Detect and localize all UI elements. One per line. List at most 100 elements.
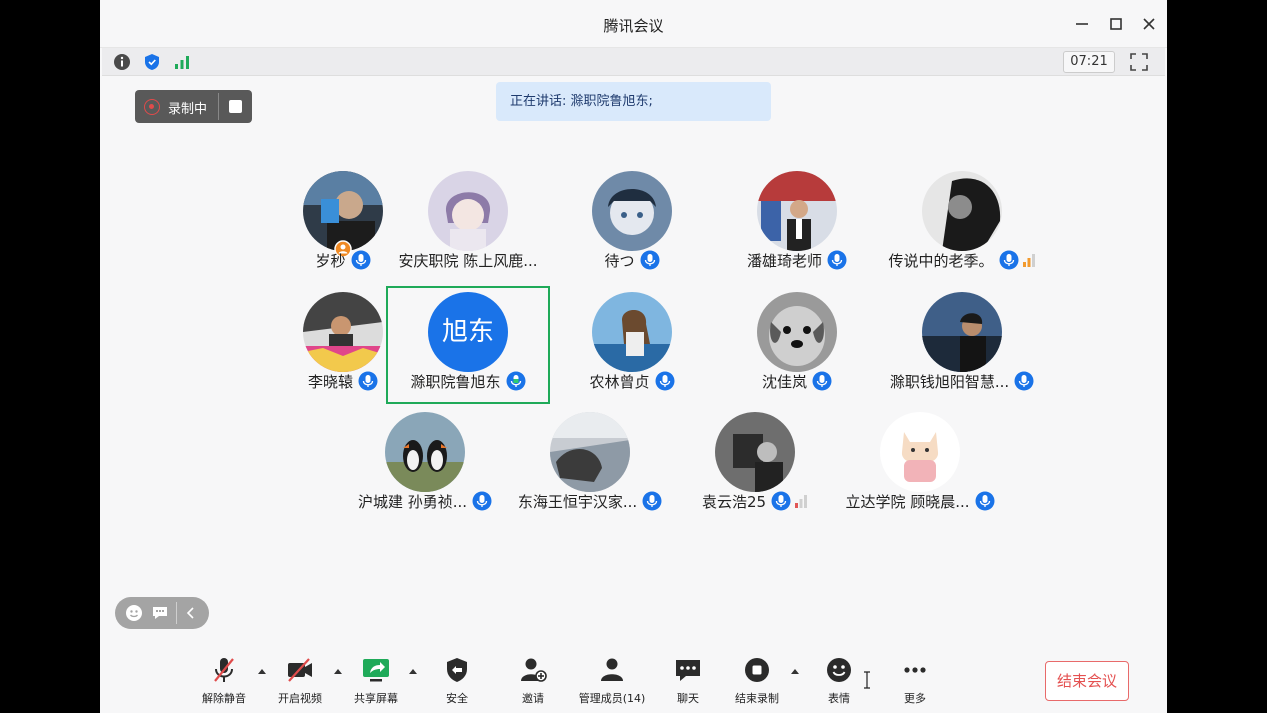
- security-button[interactable]: 安全: [435, 655, 479, 707]
- participant-name: 立达学院 顾晓晨...: [845, 492, 970, 511]
- participant-tile[interactable]: 沈佳岚: [715, 286, 879, 404]
- meeting-info-bar: 07:21: [102, 48, 1165, 76]
- caret-up-icon[interactable]: [257, 667, 267, 675]
- mic-speaking-icon: [506, 371, 525, 391]
- close-icon: [1143, 18, 1155, 30]
- floating-reaction-bar[interactable]: [115, 597, 209, 629]
- caret-up-icon[interactable]: [790, 667, 800, 675]
- participant-tile[interactable]: 潘雄琦老师: [715, 165, 879, 283]
- mic-icon: [975, 491, 995, 511]
- chat-bubble-icon[interactable]: [151, 604, 169, 622]
- text-cursor-icon: [864, 671, 870, 689]
- caret-up-icon[interactable]: [333, 667, 343, 675]
- avatar: [592, 292, 672, 372]
- avatar: [757, 171, 837, 251]
- participant-tile-active-speaker[interactable]: 旭东 滁职院鲁旭东: [386, 286, 550, 404]
- share-screen-button[interactable]: 共享屏幕: [348, 655, 404, 707]
- shield-icon: [447, 658, 467, 682]
- unmute-button[interactable]: 解除静音: [196, 655, 252, 707]
- mic-icon: [472, 491, 492, 511]
- avatar: [550, 412, 630, 492]
- more-icon: [904, 667, 926, 673]
- weak-signal-icon: [795, 495, 808, 508]
- active-speaker-banner: 正在讲话: 滁职院鲁旭东;: [496, 82, 771, 121]
- participant-name: 沈佳岚: [761, 372, 807, 391]
- recording-indicator[interactable]: 录制中: [135, 90, 252, 123]
- more-button[interactable]: 更多: [893, 655, 937, 707]
- participant-name: 袁云浩25: [701, 492, 767, 511]
- mic-icon: [771, 491, 791, 511]
- participant-name: 待つ: [604, 251, 635, 270]
- divider: [176, 602, 177, 624]
- close-button[interactable]: [1137, 12, 1161, 36]
- participant-tile[interactable]: 立达学院 顾晓晨...: [838, 406, 1002, 524]
- mic-icon: [1014, 371, 1034, 391]
- weak-signal-icon: [1022, 254, 1035, 267]
- mic-icon: [827, 250, 847, 270]
- reactions-button[interactable]: 表情: [817, 655, 861, 707]
- participant-name: 沪城建 孙勇祯...: [357, 492, 468, 511]
- avatar: [303, 292, 383, 372]
- mic-icon: [999, 250, 1018, 270]
- invite-label: 邀请: [522, 692, 544, 705]
- fullscreen-icon[interactable]: [1129, 52, 1149, 72]
- share-screen-icon: [363, 659, 389, 682]
- info-icon[interactable]: [112, 52, 132, 72]
- stop-record-icon: [745, 658, 769, 682]
- invite-user-icon: [521, 658, 547, 682]
- shield-icon[interactable]: [142, 52, 162, 72]
- participant-tile[interactable]: 滁职钱旭阳智慧...: [880, 286, 1044, 404]
- mic-icon: [812, 371, 832, 391]
- manage-members-button[interactable]: 管理成员(14): [572, 655, 652, 707]
- maximize-button[interactable]: [1104, 12, 1128, 36]
- avatar: [592, 171, 672, 251]
- participant-tile[interactable]: 袁云浩25: [673, 406, 837, 524]
- members-icon: [601, 658, 623, 681]
- chevron-left-icon[interactable]: [184, 606, 198, 620]
- more-label: 更多: [904, 692, 926, 705]
- mic-icon: [642, 491, 662, 511]
- participant-name: 传说中的老季。: [888, 251, 994, 270]
- participant-tile[interactable]: 传说中的老季。: [880, 165, 1044, 283]
- participant-name: 农林曾贞: [589, 372, 650, 391]
- participant-name: 滁职院鲁旭东: [410, 372, 501, 391]
- start-video-button[interactable]: 开启视频: [272, 655, 328, 707]
- avatar: [303, 171, 383, 251]
- participant-name: 东海王恒宇汉家...: [517, 492, 638, 511]
- security-label: 安全: [446, 692, 468, 705]
- mic-icon: [351, 250, 370, 270]
- mic-muted-icon: [214, 658, 234, 682]
- network-signal-icon[interactable]: [172, 52, 192, 72]
- invite-button[interactable]: 邀请: [511, 655, 555, 707]
- avatar: [428, 171, 508, 251]
- participant-tile[interactable]: 东海王恒宇汉家...: [508, 406, 672, 524]
- avatar: [385, 412, 465, 492]
- chat-button[interactable]: 聊天: [666, 655, 710, 707]
- avatar-initials: 旭东: [441, 317, 494, 347]
- participant-name: 安庆职院 陈上风鹿...: [398, 251, 538, 270]
- stop-recording-label: 结束录制: [735, 692, 779, 705]
- minimize-button[interactable]: [1070, 12, 1094, 36]
- participant-tile[interactable]: 农林曾贞: [550, 286, 714, 404]
- meeting-window: 腾讯会议 07:21 录制中 正在讲话: 滁职院鲁旭东; 岁秒 安庆职院 陈上风…: [100, 0, 1167, 713]
- caret-up-icon[interactable]: [408, 667, 418, 675]
- record-icon: [144, 99, 160, 115]
- reactions-label: 表情: [828, 692, 850, 705]
- stop-recording-button[interactable]: 结束录制: [729, 655, 785, 707]
- title-bar: 腾讯会议: [100, 0, 1167, 48]
- participant-tile[interactable]: 安庆职院 陈上风鹿...: [386, 165, 550, 283]
- mic-icon: [655, 371, 674, 391]
- maximize-icon: [1110, 18, 1122, 30]
- avatar: [922, 171, 1002, 251]
- participant-name: 潘雄琦老师: [746, 251, 822, 270]
- participant-tile[interactable]: 沪城建 孙勇祯...: [343, 406, 507, 524]
- participant-name: 李晓辕: [307, 372, 353, 391]
- emoji-icon[interactable]: [125, 604, 143, 622]
- stop-record-icon[interactable]: [229, 100, 242, 113]
- video-off-icon: [288, 658, 312, 682]
- recording-label: 录制中: [168, 102, 208, 117]
- participant-tile[interactable]: 待つ: [550, 165, 714, 283]
- share-screen-label: 共享屏幕: [354, 692, 398, 705]
- minimize-icon: [1076, 23, 1088, 25]
- end-meeting-button[interactable]: 结束会议: [1045, 661, 1129, 701]
